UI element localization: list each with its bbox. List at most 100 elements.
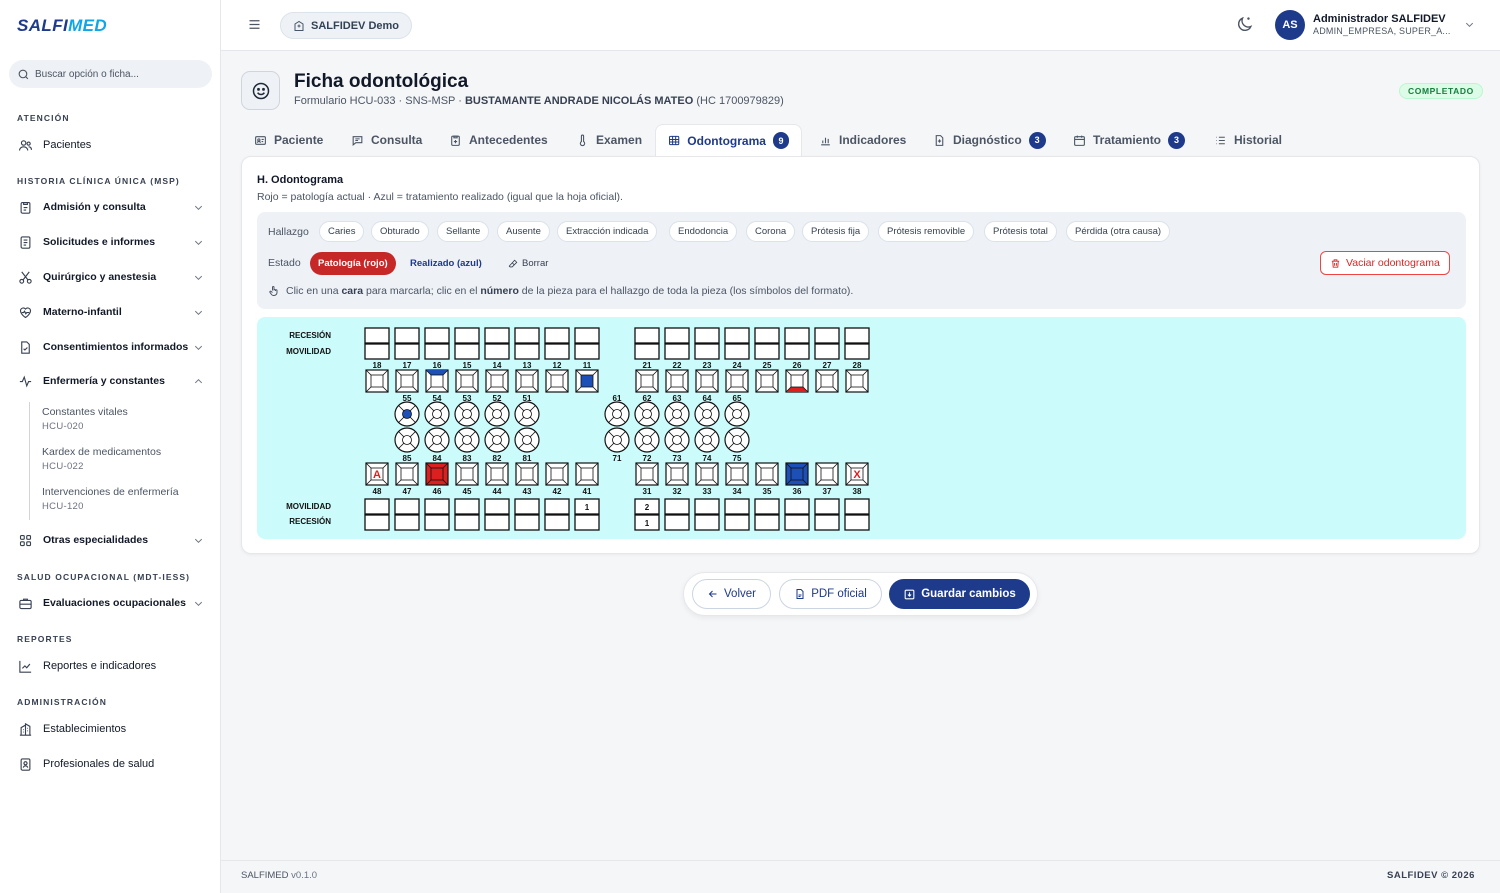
- field-rec-25[interactable]: [754, 327, 780, 344]
- tooth-face-center-46[interactable]: [430, 467, 444, 481]
- primary-tooth-center-63[interactable]: [672, 409, 682, 419]
- primary-tooth-center-83[interactable]: [462, 435, 472, 445]
- field-rec-38[interactable]: [844, 514, 870, 531]
- menu-toggle-button[interactable]: [247, 17, 262, 32]
- tooth-face-center-15[interactable]: [460, 374, 474, 388]
- sidebar-item-quirurgico[interactable]: Quirúrgico y anestesia: [9, 262, 212, 292]
- sidebar-item-solicitudes[interactable]: Solicitudes e informes: [9, 227, 212, 257]
- primary-tooth-center-51[interactable]: [522, 409, 532, 419]
- field-rec-27[interactable]: [814, 327, 840, 344]
- tab-tratamiento[interactable]: Tratamiento 3: [1073, 124, 1186, 156]
- chip-protesis-removible[interactable]: Prótesis removible: [878, 221, 975, 242]
- primary-tooth-center-84[interactable]: [432, 435, 442, 445]
- tooth-face-center-24[interactable]: [730, 374, 744, 388]
- primary-tooth-center-72[interactable]: [642, 435, 652, 445]
- field-rec-23[interactable]: [694, 327, 720, 344]
- tooth-face-center-37[interactable]: [820, 467, 834, 481]
- subnav-constantes[interactable]: Constantes vitales HCU-020: [42, 406, 128, 432]
- tooth-face-center-23[interactable]: [700, 374, 714, 388]
- primary-tooth-center-54[interactable]: [432, 409, 442, 419]
- field-rec-11[interactable]: [574, 327, 600, 344]
- field-mov-48[interactable]: [364, 498, 390, 515]
- tooth-face-center-42[interactable]: [550, 467, 564, 481]
- tooth-face-center-21[interactable]: [640, 374, 654, 388]
- field-mov-22[interactable]: [664, 343, 690, 360]
- tooth-face-center-34[interactable]: [730, 467, 744, 481]
- sidebar-item-evaluaciones[interactable]: Evaluaciones ocupacionales: [9, 588, 212, 618]
- chip-obturado[interactable]: Obturado: [371, 221, 429, 242]
- save-button[interactable]: Guardar cambios: [889, 579, 1030, 609]
- tooth-face-center-12[interactable]: [550, 374, 564, 388]
- field-mov-15[interactable]: [454, 343, 480, 360]
- tab-examen[interactable]: Examen: [576, 124, 642, 156]
- tooth-face-center-36[interactable]: [790, 467, 804, 481]
- field-mov-18[interactable]: [364, 343, 390, 360]
- tab-odontograma[interactable]: Odontograma 9: [655, 124, 802, 156]
- primary-tooth-center-62[interactable]: [642, 409, 652, 419]
- field-mov-47[interactable]: [394, 498, 420, 515]
- back-button[interactable]: Volver: [692, 579, 771, 609]
- primary-tooth-center-61[interactable]: [612, 409, 622, 419]
- field-mov-45[interactable]: [454, 498, 480, 515]
- tooth-face-center-44[interactable]: [490, 467, 504, 481]
- tooth-face-center-26[interactable]: [790, 374, 804, 388]
- primary-tooth-center-85[interactable]: [402, 435, 412, 445]
- tab-antecedentes[interactable]: Antecedentes: [449, 124, 548, 156]
- chip-perdida-otra-causa[interactable]: Pérdida (otra causa): [1066, 221, 1171, 242]
- primary-tooth-center-52[interactable]: [492, 409, 502, 419]
- field-rec-47[interactable]: [394, 514, 420, 531]
- field-mov-12[interactable]: [544, 343, 570, 360]
- field-rec-14[interactable]: [484, 327, 510, 344]
- field-rec-45[interactable]: [454, 514, 480, 531]
- field-mov-13[interactable]: [514, 343, 540, 360]
- avatar[interactable]: AS: [1275, 10, 1305, 40]
- tooth-face-center-22[interactable]: [670, 374, 684, 388]
- primary-tooth-center-82[interactable]: [492, 435, 502, 445]
- subnav-kardex[interactable]: Kardex de medicamentos HCU-022: [42, 446, 161, 472]
- tooth-face-center-47[interactable]: [400, 467, 414, 481]
- tab-consulta[interactable]: Consulta: [351, 124, 422, 156]
- vaciar-odontograma-button[interactable]: Vaciar odontograma: [1320, 251, 1450, 275]
- primary-tooth-center-75[interactable]: [732, 435, 742, 445]
- primary-tooth-center-73[interactable]: [672, 435, 682, 445]
- field-rec-24[interactable]: [724, 327, 750, 344]
- chip-protesis-fija[interactable]: Prótesis fija: [802, 221, 870, 242]
- field-mov-37[interactable]: [814, 498, 840, 515]
- tooth-face-center-13[interactable]: [520, 374, 534, 388]
- field-rec-22[interactable]: [664, 327, 690, 344]
- field-mov-33[interactable]: [694, 498, 720, 515]
- subnav-intervenciones[interactable]: Intervenciones de enfermería HCU-120: [42, 486, 179, 512]
- primary-tooth-center-71[interactable]: [612, 435, 622, 445]
- sidebar-item-otras[interactable]: Otras especialidades: [9, 525, 212, 555]
- field-mov-26[interactable]: [784, 343, 810, 360]
- chip-caries[interactable]: Caries: [319, 221, 365, 242]
- sidebar-item-profesionales[interactable]: Profesionales de salud: [9, 749, 212, 779]
- tooth-face-center-41[interactable]: [580, 467, 594, 481]
- tooth-face-center-32[interactable]: [670, 467, 684, 481]
- field-mov-27[interactable]: [814, 343, 840, 360]
- field-rec-41[interactable]: [574, 514, 600, 531]
- tooth-face-center-11[interactable]: [580, 374, 594, 388]
- primary-tooth-center-81[interactable]: [522, 435, 532, 445]
- theme-toggle-button[interactable]: [1235, 15, 1254, 34]
- tooth-face-center-17[interactable]: [400, 374, 414, 388]
- tenant-selector[interactable]: SALFIDEV Demo: [280, 12, 413, 39]
- field-rec-46[interactable]: [424, 514, 450, 531]
- tab-historial[interactable]: Historial: [1214, 124, 1282, 156]
- tooth-face-center-31[interactable]: [640, 467, 654, 481]
- search-input[interactable]: [35, 68, 195, 80]
- primary-tooth-center-64[interactable]: [702, 409, 712, 419]
- tooth-face-center-27[interactable]: [820, 374, 834, 388]
- sidebar-item-reportes[interactable]: Reportes e indicadores: [9, 651, 212, 681]
- primary-tooth-center-55[interactable]: [402, 409, 412, 419]
- field-rec-32[interactable]: [664, 514, 690, 531]
- field-rec-26[interactable]: [784, 327, 810, 344]
- tooth-face-center-18[interactable]: [370, 374, 384, 388]
- chip-protesis-total[interactable]: Prótesis total: [984, 221, 1057, 242]
- sidebar-item-establecimientos[interactable]: Establecimientos: [9, 714, 212, 744]
- field-mov-23[interactable]: [694, 343, 720, 360]
- field-mov-42[interactable]: [544, 498, 570, 515]
- field-rec-18[interactable]: [364, 327, 390, 344]
- sidebar-item-materno[interactable]: Materno-infantil: [9, 297, 212, 327]
- field-rec-21[interactable]: [634, 327, 660, 344]
